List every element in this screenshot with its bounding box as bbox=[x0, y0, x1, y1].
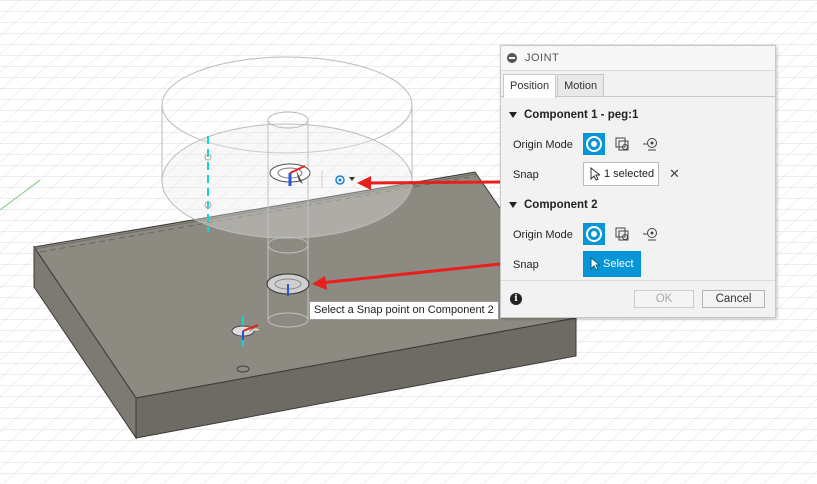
cancel-button[interactable]: Cancel bbox=[702, 290, 765, 308]
annotation-arrow-1 bbox=[364, 180, 501, 185]
snap-label-1: Snap bbox=[513, 169, 539, 181]
two-edge-icon bbox=[643, 228, 657, 241]
snap-select-button-2[interactable]: Select bbox=[583, 251, 641, 277]
snap-tooltip: Select a Snap point on Component 2 bbox=[309, 301, 499, 320]
origin-mode-simple-button-2[interactable] bbox=[583, 223, 605, 245]
snap-selection-1[interactable]: 1 selected bbox=[583, 162, 659, 186]
between-faces-icon bbox=[615, 137, 629, 151]
component2-header[interactable]: Component 2 bbox=[509, 199, 597, 211]
info-icon[interactable]: i bbox=[510, 293, 522, 305]
simple-origin-icon bbox=[586, 136, 602, 152]
dialog-title: JOINT bbox=[525, 52, 560, 64]
dialog-title-bar[interactable]: JOINT bbox=[501, 46, 775, 71]
origin-mode-simple-button-1[interactable] bbox=[583, 133, 605, 155]
between-faces-icon bbox=[615, 227, 629, 241]
expand-triangle-icon bbox=[509, 202, 517, 208]
origin-mode-two-edge-button-2[interactable] bbox=[639, 223, 661, 245]
tab-position[interactable]: Position bbox=[503, 74, 557, 98]
tab-motion[interactable]: Motion bbox=[557, 74, 605, 96]
footer-divider bbox=[501, 280, 775, 281]
snap-value-1: 1 selected bbox=[604, 168, 655, 180]
origin-mode-between-button-1[interactable] bbox=[611, 133, 633, 155]
simple-origin-icon bbox=[586, 226, 602, 242]
origin-mode-label-1: Origin Mode bbox=[513, 139, 573, 151]
origin-mode-label-2: Origin Mode bbox=[513, 229, 573, 241]
component1-heading: Component 1 - peg:1 bbox=[524, 109, 639, 121]
expand-triangle-icon bbox=[509, 112, 517, 118]
cursor-icon bbox=[590, 257, 600, 271]
origin-mode-between-button-2[interactable] bbox=[611, 223, 633, 245]
origin-dropdown-dot bbox=[338, 178, 342, 182]
cursor-icon bbox=[590, 167, 600, 181]
origin-mode-two-edge-button-1[interactable] bbox=[639, 133, 661, 155]
close-icon[interactable]: ✕ bbox=[669, 166, 680, 182]
dialog-tabs: Position Motion bbox=[501, 71, 775, 98]
joint-dialog: JOINT Position Motion Component 1 - peg:… bbox=[500, 45, 776, 318]
component1-header[interactable]: Component 1 - peg:1 bbox=[509, 109, 638, 121]
two-edge-icon bbox=[643, 138, 657, 151]
collapse-icon[interactable] bbox=[507, 53, 517, 63]
ok-button[interactable]: OK bbox=[634, 290, 694, 308]
component2-heading: Component 2 bbox=[524, 199, 598, 211]
snap-value-2: Select bbox=[603, 258, 634, 270]
snap-label-2: Snap bbox=[513, 259, 539, 271]
